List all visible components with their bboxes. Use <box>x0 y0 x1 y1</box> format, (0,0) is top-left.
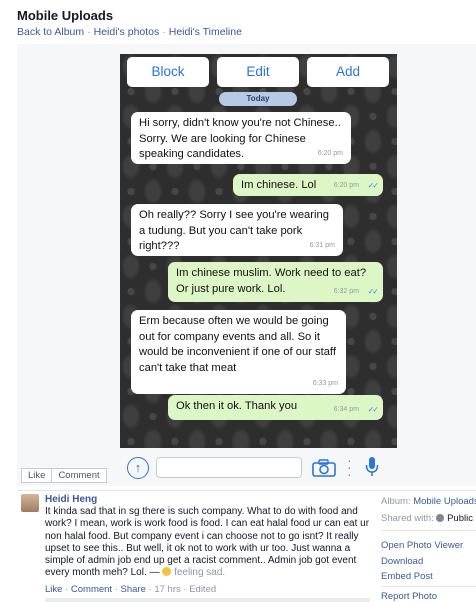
like-button[interactable]: Like <box>21 468 53 483</box>
embed-post-link[interactable]: Embed Post <box>381 571 433 582</box>
post-caption: Heidi Heng It kinda sad that in sg there… <box>45 494 370 579</box>
open-photo-viewer-link[interactable]: Open Photo Viewer <box>381 540 463 551</box>
avatar[interactable] <box>21 494 39 512</box>
message-text: Oh really?? Sorry I see you're wearing a… <box>139 209 329 252</box>
edit-button: Edit <box>217 57 299 87</box>
edited-label[interactable]: Edited <box>189 584 216 595</box>
message-text: Erm because often we would be going out … <box>139 315 336 374</box>
report-photo-link[interactable]: Report Photo <box>381 591 437 602</box>
message-bubble-in: Hi sorry, didn't know you're not Chinese… <box>131 112 351 164</box>
date-pill: Today <box>219 92 297 106</box>
divider <box>381 530 476 531</box>
post-meta: Like · Comment · Share · 17 hrs · Edited <box>45 584 217 595</box>
comment-box-edge <box>45 598 370 602</box>
divider <box>17 490 476 491</box>
author-name[interactable]: Heidi Heng <box>45 494 370 506</box>
chat-input-bar: ↑ · · · <box>120 452 397 484</box>
album-label: Album: <box>381 496 411 507</box>
privacy-value[interactable]: Public <box>447 513 473 524</box>
divider <box>381 586 476 587</box>
post-time[interactable]: 17 hrs <box>154 584 180 595</box>
more-dots-icon: · · · <box>347 452 352 482</box>
message-input <box>156 457 302 478</box>
message-time: 6:34 pm <box>333 405 359 413</box>
message-text: Im chinese. Lol <box>241 179 317 191</box>
feeling-text: feeling sad. <box>174 567 226 579</box>
add-button: Add <box>307 57 389 87</box>
read-ticks-icon: ✓✓ <box>367 286 379 296</box>
message-time: 6:31 pm <box>309 241 335 249</box>
message-bubble-out: Im chinese muslim. Work need to eat? Or … <box>168 262 383 302</box>
back-to-album-link[interactable]: Back to Album <box>17 26 84 38</box>
breadcrumb: Back to Album · Heidi's photos · Heidi's Tim… <box>17 26 242 38</box>
message-bubble-in: Oh really?? Sorry I see you're wearing a… <box>131 204 343 256</box>
message-text: Ok then it ok. Thank you <box>176 400 298 412</box>
block-button: Block <box>127 57 209 87</box>
post-comment-link[interactable]: Comment <box>71 584 112 595</box>
message-time: 6:32 pm <box>333 287 359 295</box>
camera-icon <box>312 459 336 477</box>
heidis-photos-link[interactable]: Heidi's photos <box>94 26 160 38</box>
message-bubble-in: Erm because often we would be going out … <box>131 310 346 394</box>
album-link[interactable]: Mobile Uploads <box>413 496 476 507</box>
photo-actions: Like Comment <box>21 468 107 483</box>
message-bubble-out: Im chinese. Lol 6:20 pm ✓✓ <box>233 174 383 196</box>
album-info: Album: Mobile Uploads <box>381 496 476 507</box>
post-share-link[interactable]: Share <box>121 584 146 595</box>
page-title: Mobile Uploads <box>17 8 114 23</box>
message-text: Hi sorry, didn't know you're not Chinese… <box>139 117 341 160</box>
heidis-timeline-link[interactable]: Heidi's Timeline <box>169 26 242 38</box>
message-time: 6:20 pm <box>333 181 359 189</box>
arrow-up-icon: ↑ <box>127 457 149 479</box>
sad-emoji-icon <box>162 567 172 577</box>
message-time: 6:33 pm <box>312 379 338 387</box>
read-ticks-icon: ✓✓ <box>367 180 379 190</box>
breadcrumb-separator: · <box>87 26 91 38</box>
read-ticks-icon: ✓✓ <box>367 404 379 414</box>
post-like-link[interactable]: Like <box>45 584 62 595</box>
shared-with: Shared with: Public <box>381 513 473 524</box>
microphone-icon <box>365 457 379 476</box>
shared-label: Shared with: <box>381 513 434 524</box>
chat-screenshot: Block Edit Add Today Hi sorry, didn't kn… <box>120 54 397 448</box>
message-time: 6:20 pm <box>317 149 343 157</box>
globe-icon <box>436 514 445 522</box>
message-bubble-out: Ok then it ok. Thank you 6:34 pm ✓✓ <box>168 395 383 420</box>
download-link[interactable]: Download <box>381 556 423 567</box>
comment-button[interactable]: Comment <box>52 468 107 483</box>
breadcrumb-separator: · <box>162 26 166 38</box>
